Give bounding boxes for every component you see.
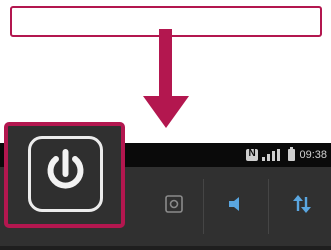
- quick-divider: [268, 179, 269, 234]
- status-icons: 09:38: [246, 147, 327, 163]
- data-sync-button[interactable]: [291, 193, 313, 220]
- power-icon: [47, 149, 84, 189]
- pointer-arrow-shaft: [159, 29, 172, 97]
- screen-capture-icon: [165, 195, 183, 213]
- battery-icon: [288, 147, 296, 161]
- signal-icon: [262, 149, 284, 161]
- data-sync-icon: [293, 195, 311, 213]
- volume-icon: [229, 197, 239, 211]
- status-time: 09:38: [299, 149, 327, 161]
- panel-bottom-strip: [0, 246, 331, 250]
- quick-divider: [203, 179, 204, 234]
- nfc-icon: [246, 148, 259, 161]
- pointer-arrow-head: [143, 96, 189, 128]
- volume-button[interactable]: [226, 193, 248, 220]
- power-button-highlight: [4, 122, 125, 228]
- screen-capture-button[interactable]: [163, 193, 185, 220]
- power-button[interactable]: [28, 136, 103, 212]
